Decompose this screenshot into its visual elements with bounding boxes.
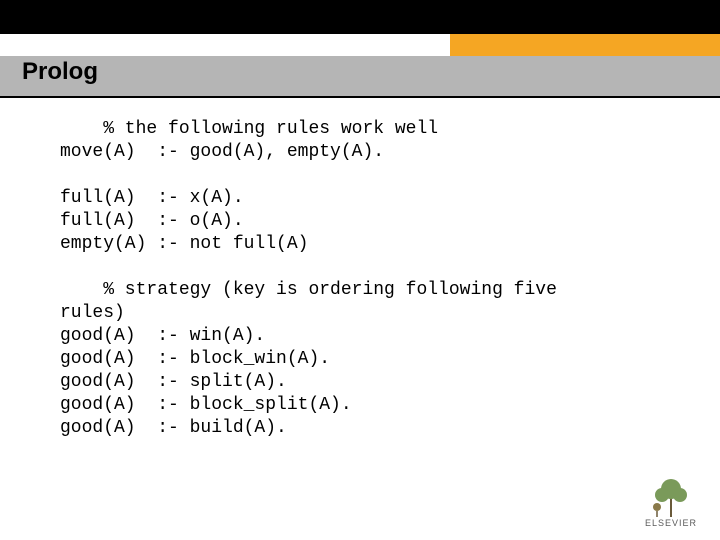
title-bottom-line	[0, 96, 720, 98]
prolog-code-block: % the following rules work well move(A) …	[60, 118, 680, 440]
top-black-bar	[0, 0, 720, 34]
title-band	[0, 56, 720, 96]
publisher-name: ELSEVIER	[640, 518, 702, 528]
publisher-logo: ELSEVIER	[640, 475, 702, 528]
slide-title: Prolog	[22, 58, 98, 86]
top-orange-bar	[450, 34, 720, 56]
elsevier-tree-icon	[648, 475, 694, 517]
